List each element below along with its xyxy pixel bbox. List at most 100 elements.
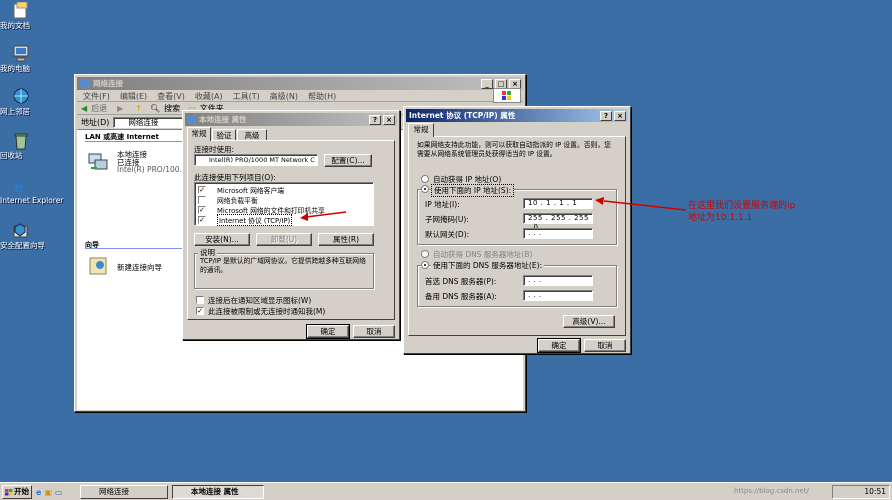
menu-view[interactable]: 查看(V) (157, 91, 185, 101)
menu-tools[interactable]: 工具(T) (233, 91, 260, 101)
close-button[interactable]: × (383, 114, 395, 125)
help-button[interactable]: ? (600, 110, 612, 121)
item-label-selected[interactable]: Internet 协议 (TCP/IP) (217, 214, 293, 226)
desktop-icon[interactable]: ▭ (55, 488, 63, 497)
mask-label: 子网掩码(U): (425, 215, 469, 224)
taskbar-item-network[interactable]: 网络连接 (80, 485, 168, 499)
tcpip-properties-dialog: Internet 协议 (TCP/IP) 属性 ? × 常规 如果网络支持此功能… (403, 106, 631, 354)
wizard-icon (89, 257, 107, 275)
ie-icon: e (14, 177, 24, 195)
cancel-button[interactable]: 取消 (353, 325, 395, 338)
auto-ip-radio[interactable] (421, 175, 429, 183)
configure-button[interactable]: 配置(C)... (324, 154, 372, 167)
tab-general[interactable]: 常规 (408, 123, 434, 137)
network-icon (80, 79, 90, 88)
menu-favorites[interactable]: 收藏(A) (195, 91, 223, 101)
forward-icon[interactable]: ▶ (117, 104, 123, 113)
search-icon[interactable]: 🔍︎ (150, 104, 160, 113)
annotation-arrow-left (300, 211, 347, 221)
ok-button[interactable]: 确定 (537, 338, 581, 353)
item-label[interactable]: Microsoft 网络客户端 (217, 185, 284, 195)
uninstall-button[interactable]: 卸载(U) (256, 233, 312, 246)
manual-ip-label[interactable]: 使用下面的 IP 地址(S): (431, 184, 515, 197)
desktop-icon-recycle-bin[interactable]: 回收站 (0, 132, 42, 160)
my-computer-icon (13, 45, 29, 62)
install-button[interactable]: 安装(N)... (194, 233, 250, 246)
item-checkbox[interactable]: ✓ (198, 186, 206, 194)
close-button[interactable]: × (509, 78, 521, 89)
desktop-icon-my-computer[interactable]: 我的电脑 (0, 45, 42, 73)
dialog-titlebar[interactable]: 本地连接 属性 ? × (185, 113, 397, 126)
quick-launch: e ▣ ▭ (36, 486, 76, 498)
annotation-text: 在这里我们设置服务端的ip地址为10.1.1.1 (688, 201, 796, 223)
desktop-icon-label: 我的电脑 (0, 64, 30, 73)
dialog-title: Internet 协议 (TCP/IP) 属性 (409, 111, 516, 120)
task-label: 本地连接 属性 (191, 487, 239, 496)
general-panel: 连接时使用: Intel(R) PRO/1000 MT Network C 配置… (187, 140, 395, 320)
up-folder-icon[interactable]: ↑ (135, 104, 142, 113)
windows-flag-icon (493, 88, 521, 103)
ip-label: IP 地址(I): (425, 200, 460, 209)
window-title: 网络连接 (93, 79, 123, 88)
watermark-text: https://blog.csdn.net/ (734, 487, 809, 495)
search-button[interactable]: 搜索 (164, 103, 180, 114)
adapter-name: Intel(R) PRO/1000 MT Network C (209, 156, 315, 164)
desktop-icon-my-documents[interactable]: 我的文档 (0, 2, 42, 30)
help-button[interactable]: ? (369, 114, 381, 125)
menu-edit[interactable]: 编辑(E) (120, 91, 147, 101)
ip-address-input[interactable]: 10 . 1 . 1 . 1 (523, 198, 593, 209)
properties-button[interactable]: 属性(R) (318, 233, 374, 246)
manual-ip-radio[interactable] (421, 185, 429, 193)
close-button[interactable]: × (614, 110, 626, 121)
desktop-icon-security-wizard[interactable]: 安全配置向导 (0, 222, 45, 250)
show-icon-label[interactable]: 连接后在通知区域显示图标(W) (208, 295, 311, 306)
auto-dns-label[interactable]: 自动获得 DNS 服务器地址(B) (433, 249, 532, 260)
tab-general[interactable]: 常规 (187, 127, 211, 141)
manual-dns-label[interactable]: 使用下面的 DNS 服务器地址(E): (431, 260, 545, 271)
desktop-icon-label: 回收站 (0, 151, 23, 160)
taskbar-item-properties[interactable]: 本地连接 属性 (172, 485, 264, 499)
clock[interactable]: 10:51 (864, 487, 886, 496)
desktop-icon-label: 我的文档 (0, 21, 30, 30)
back-icon[interactable]: ◀ (81, 104, 87, 113)
preferred-dns-input[interactable]: . . . (523, 275, 593, 286)
network-places-icon (13, 88, 29, 104)
notify-label[interactable]: 此连接被限制或无连接时通知我(M) (208, 306, 325, 317)
start-button[interactable]: 开始 (2, 485, 32, 499)
item-checkbox[interactable]: ✓ (198, 206, 206, 214)
item-label[interactable]: 网络负载平衡 (217, 195, 258, 205)
subnet-mask-input[interactable]: 255 . 255 . 255 . 0 (523, 213, 593, 231)
show-icon-checkbox[interactable] (196, 296, 204, 304)
start-label: 开始 (14, 487, 29, 496)
desktop-icon-ie[interactable]: e Internet Explorer (0, 177, 63, 205)
notify-checkbox[interactable]: ✓ (196, 307, 204, 315)
gateway-label: 默认网关(D): (425, 230, 470, 239)
auto-dns-radio[interactable] (421, 250, 429, 258)
description-text: TCP/IP 是默认的广域网协议。它提供跨越多种互联网络的通讯。 (200, 257, 366, 274)
menu-help[interactable]: 帮助(H) (308, 91, 336, 101)
dns2-label: 备用 DNS 服务器(A): (425, 292, 497, 301)
minimize-button[interactable]: _ (481, 78, 493, 89)
ok-button[interactable]: 确定 (306, 324, 350, 339)
alternate-dns-input[interactable]: . . . (523, 290, 593, 301)
annotation-arrow-right (595, 197, 687, 211)
dialog-titlebar[interactable]: Internet 协议 (TCP/IP) 属性 ? × (406, 109, 628, 122)
cancel-button[interactable]: 取消 (584, 339, 626, 352)
desktop-icon-label: 网上邻居 (0, 107, 30, 116)
ie-icon[interactable]: e (36, 488, 41, 497)
explorer-icon[interactable]: ▣ (44, 488, 52, 497)
desktop-icon-network[interactable]: 网上邻居 (0, 88, 42, 116)
system-tray: 10:51 (832, 485, 890, 499)
item-checkbox[interactable]: ✓ (198, 216, 206, 224)
manual-dns-radio[interactable] (421, 261, 429, 269)
maximize-button[interactable]: □ (495, 78, 507, 89)
advanced-button[interactable]: 高级(V)... (563, 315, 615, 328)
gateway-input[interactable]: . . . (523, 228, 593, 239)
item-checkbox[interactable] (198, 196, 206, 204)
my-documents-icon (13, 2, 28, 19)
back-button[interactable]: 后退 (91, 103, 107, 114)
menu-file[interactable]: 文件(F) (83, 91, 110, 101)
menu-advanced[interactable]: 高级(N) (270, 91, 298, 101)
dialog-title: 本地连接 属性 (199, 115, 247, 124)
window-titlebar[interactable]: 网络连接 _ □ × (77, 77, 523, 90)
